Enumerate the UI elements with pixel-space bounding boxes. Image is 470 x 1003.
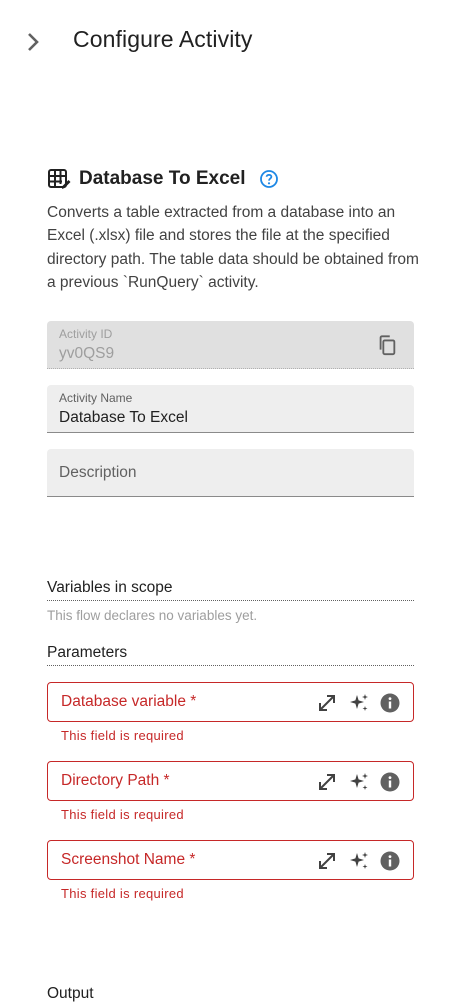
activity-title: Database To Excel — [79, 168, 246, 189]
activity-id-field: Activity ID yv0QS9 — [47, 321, 414, 369]
table-edit-icon — [48, 169, 71, 189]
description-field[interactable]: Description — [47, 449, 414, 497]
field-actions — [316, 848, 400, 874]
screenshot-name-error: This field is required — [61, 886, 184, 901]
chevron-right-icon — [28, 33, 39, 51]
info-icon[interactable] — [380, 772, 400, 792]
output-heading: Output — [47, 985, 94, 1002]
field-actions — [316, 690, 400, 716]
expand-icon[interactable] — [316, 692, 338, 714]
activity-header: Database To Excel — [47, 164, 414, 194]
database-variable-error: This field is required — [61, 728, 184, 743]
panel-header: Configure Activity — [0, 0, 470, 84]
database-variable-label: Database variable * — [61, 693, 197, 710]
collapse-panel-button[interactable] — [20, 28, 46, 56]
sparkle-icon[interactable] — [348, 850, 370, 872]
activity-name-label: Activity Name — [59, 391, 133, 405]
activity-name-field[interactable]: Activity Name Database To Excel — [47, 385, 414, 433]
variables-empty-text: This flow declares no variables yet. — [47, 608, 258, 623]
expand-icon[interactable] — [316, 850, 338, 872]
activity-name-value: Database To Excel — [59, 409, 188, 426]
directory-path-error: This field is required — [61, 807, 184, 822]
sparkle-icon[interactable] — [348, 692, 370, 714]
info-icon[interactable] — [380, 693, 400, 713]
directory-path-label: Directory Path * — [61, 772, 170, 789]
copy-icon[interactable] — [376, 334, 398, 356]
page-title: Configure Activity — [73, 26, 253, 52]
expand-icon[interactable] — [316, 771, 338, 793]
screenshot-name-field[interactable]: Screenshot Name * — [47, 840, 414, 880]
sparkle-icon[interactable] — [348, 771, 370, 793]
screenshot-name-label: Screenshot Name * — [61, 851, 196, 868]
activity-id-label: Activity ID — [59, 327, 113, 341]
directory-path-field[interactable]: Directory Path * — [47, 761, 414, 801]
database-variable-field[interactable]: Database variable * — [47, 682, 414, 722]
help-circle-icon[interactable] — [259, 169, 279, 189]
info-icon[interactable] — [380, 851, 400, 871]
parameters-heading: Parameters — [47, 644, 414, 666]
field-actions — [316, 769, 400, 795]
variables-in-scope-heading: Variables in scope — [47, 579, 414, 601]
activity-description: Converts a table extracted from a databa… — [47, 204, 419, 291]
description-placeholder: Description — [59, 464, 137, 481]
activity-id-value: yv0QS9 — [59, 345, 115, 362]
